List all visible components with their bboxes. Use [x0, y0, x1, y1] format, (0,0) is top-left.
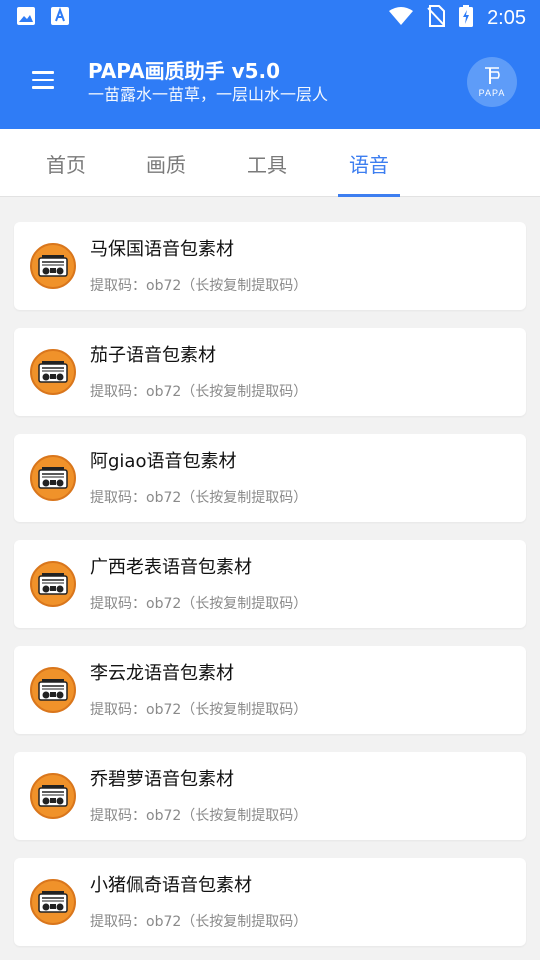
item-title: 乔碧萝语音包素材: [90, 769, 234, 790]
item-subtitle: 提取码：ob72（长按复制提取码）: [90, 278, 308, 294]
status-bar-right: 2:05: [389, 5, 526, 31]
radio-icon: [30, 773, 76, 819]
image-icon: [16, 6, 36, 30]
list-item[interactable]: 马保国语音包素材 提取码：ob72（长按复制提取码）: [14, 222, 526, 310]
papa-logo[interactable]: PAPA: [467, 57, 517, 107]
no-sim-icon: [427, 5, 446, 31]
list-item[interactable]: 茄子语音包素材 提取码：ob72（长按复制提取码）: [14, 328, 526, 416]
item-subtitle: 提取码：ob72（长按复制提取码）: [90, 596, 308, 612]
radio-icon: [30, 561, 76, 607]
tab-home[interactable]: 首页: [16, 129, 116, 197]
radio-icon: [30, 243, 76, 289]
radio-icon: [30, 349, 76, 395]
radio-icon: [30, 455, 76, 501]
item-subtitle: 提取码：ob72（长按复制提取码）: [90, 702, 308, 718]
item-title: 茄子语音包素材: [90, 345, 216, 366]
tab-bar: 首页 画质 工具 语音: [0, 129, 540, 197]
app-bar: PAPA画质助手 v5.0 一苗露水一苗草，一层山水一层人 PAPA: [0, 36, 540, 129]
status-time: 2:05: [487, 6, 526, 29]
battery-charging-icon: [459, 5, 474, 31]
item-title: 马保国语音包素材: [90, 239, 234, 260]
app-title: PAPA画质助手 v5.0: [88, 59, 281, 83]
app-store-icon: [50, 6, 70, 30]
item-title: 小猪佩奇语音包素材: [90, 875, 252, 896]
status-bar-left: [16, 6, 70, 30]
logo-text: PAPA: [478, 88, 506, 98]
wifi-icon: [389, 6, 414, 30]
item-subtitle: 提取码：ob72（长按复制提取码）: [90, 384, 308, 400]
list-item[interactable]: 阿giao语音包素材 提取码：ob72（长按复制提取码）: [14, 434, 526, 522]
menu-icon[interactable]: [32, 71, 54, 89]
item-subtitle: 提取码：ob72（长按复制提取码）: [90, 808, 308, 824]
list-item[interactable]: 小猪佩奇语音包素材 提取码：ob72（长按复制提取码）: [14, 858, 526, 946]
tab-tools[interactable]: 工具: [217, 129, 317, 197]
flag-icon: [485, 67, 500, 84]
radio-icon: [30, 879, 76, 925]
tab-voice[interactable]: 语音: [319, 129, 419, 197]
item-title: 李云龙语音包素材: [90, 663, 234, 684]
status-bar: 2:05: [0, 0, 540, 36]
item-subtitle: 提取码：ob72（长按复制提取码）: [90, 914, 308, 930]
item-title: 广西老表语音包素材: [90, 557, 252, 578]
tab-quality[interactable]: 画质: [116, 129, 216, 197]
item-title: 阿giao语音包素材: [90, 451, 237, 472]
voice-pack-list: 马保国语音包素材 提取码：ob72（长按复制提取码） 茄子语音包素材 提取码：o…: [14, 222, 526, 960]
list-item[interactable]: 李云龙语音包素材 提取码：ob72（长按复制提取码）: [14, 646, 526, 734]
app-subtitle: 一苗露水一苗草，一层山水一层人: [88, 85, 329, 104]
app-titles: PAPA画质助手 v5.0 一苗露水一苗草，一层山水一层人: [88, 58, 328, 106]
item-subtitle: 提取码：ob72（长按复制提取码）: [90, 490, 308, 506]
radio-icon: [30, 667, 76, 713]
list-item[interactable]: 乔碧萝语音包素材 提取码：ob72（长按复制提取码）: [14, 752, 526, 840]
list-item[interactable]: 广西老表语音包素材 提取码：ob72（长按复制提取码）: [14, 540, 526, 628]
